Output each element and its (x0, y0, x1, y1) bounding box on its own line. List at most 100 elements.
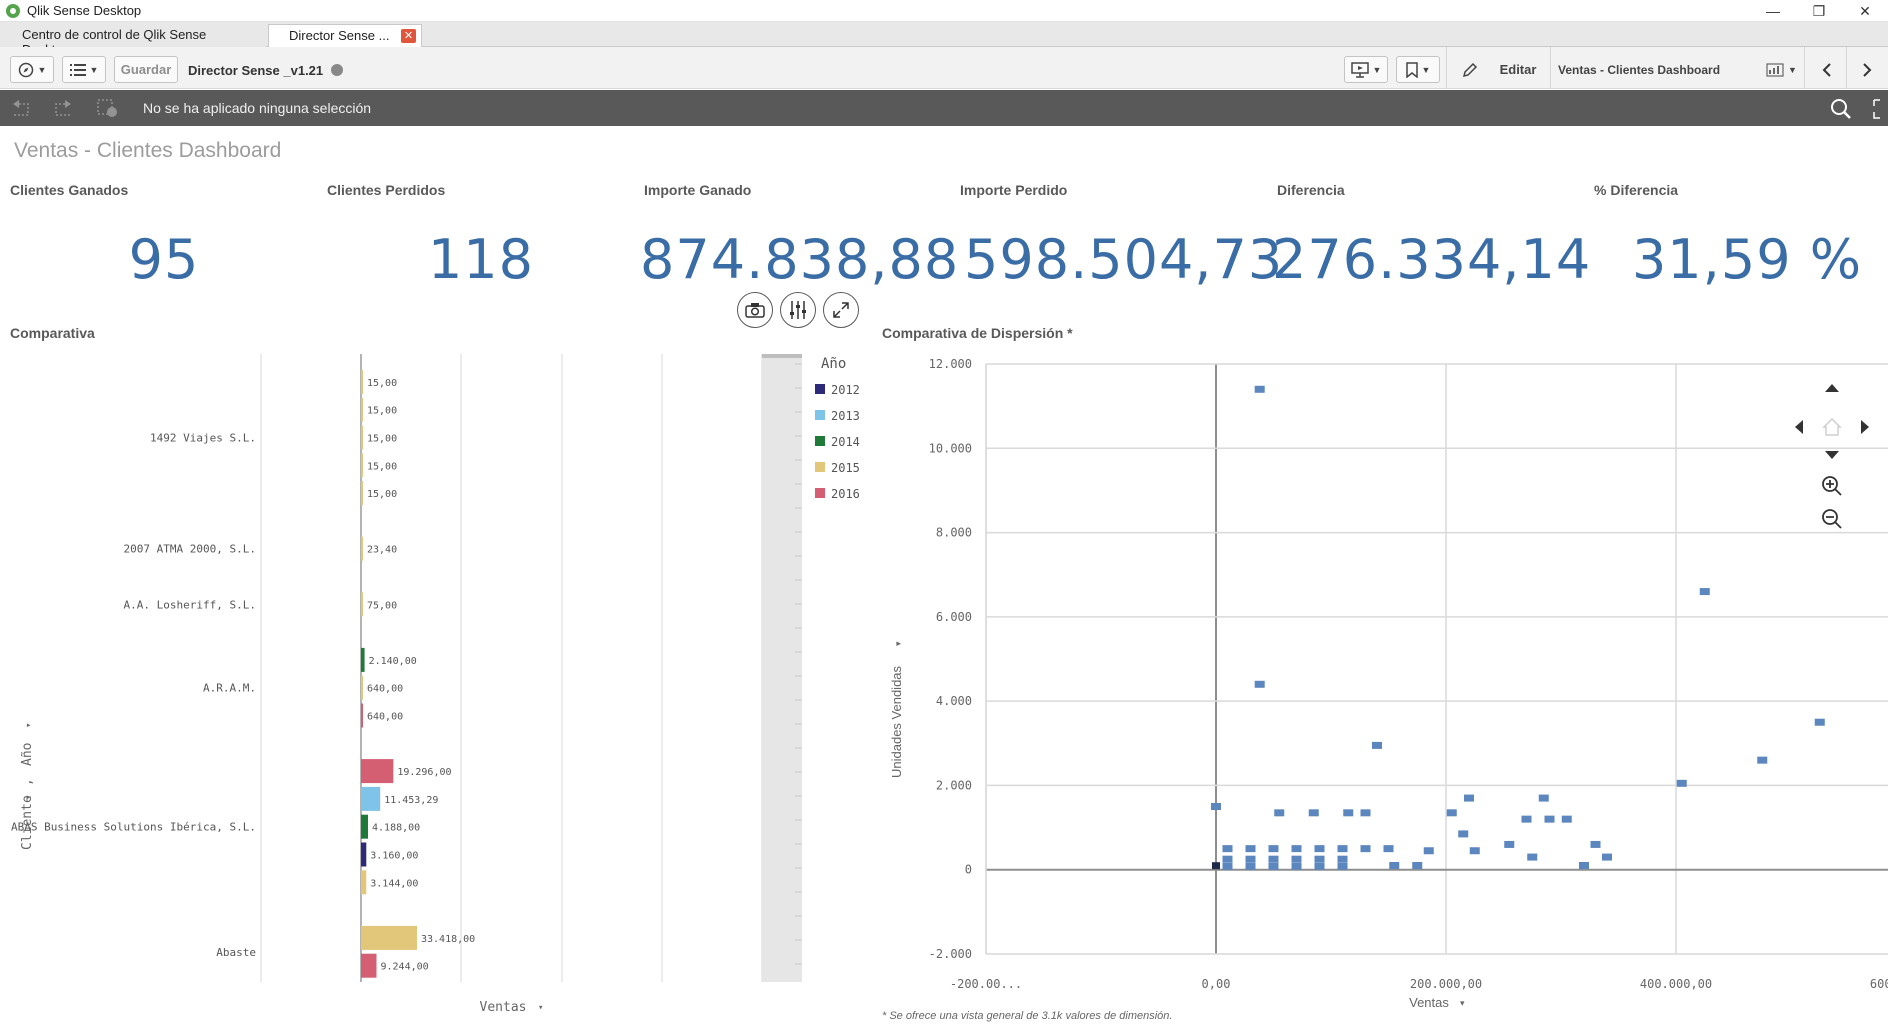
scatter-point-dense[interactable] (1212, 862, 1220, 870)
scatter-point[interactable] (1337, 862, 1348, 870)
kpi-value-diferencia[interactable]: 276.334,14 (1272, 228, 1590, 291)
bookmarks-button[interactable]: ▼ (1396, 56, 1440, 83)
exploration-menu-button[interactable] (780, 292, 816, 328)
scatter-point[interactable] (1544, 815, 1555, 823)
close-tab-icon[interactable]: ✕ (401, 29, 416, 43)
kpi-value-pct-diferencia[interactable]: 31,59 % (1589, 228, 1888, 291)
scatter-point[interactable] (1337, 855, 1348, 863)
tab-hub[interactable]: Centro de control de Qlik Sense Desktop (0, 24, 266, 57)
kpi-value-importe-perdido[interactable]: 598.504,73 (964, 228, 1282, 291)
bar[interactable] (361, 925, 417, 950)
bar[interactable] (361, 536, 363, 561)
bar[interactable] (361, 814, 369, 839)
bar[interactable] (361, 425, 363, 450)
scatter-point[interactable] (1412, 862, 1423, 869)
scatter-point[interactable] (1222, 855, 1233, 863)
zoom-out-icon[interactable] (1822, 509, 1842, 529)
scrollbar-handle[interactable] (762, 354, 802, 358)
scatter-point[interactable] (1245, 862, 1256, 870)
bar[interactable] (361, 870, 367, 895)
scatter-point[interactable] (1245, 845, 1256, 853)
legend-item[interactable]: 2016 (815, 487, 860, 501)
scatter-point[interactable] (1308, 809, 1319, 817)
scatter-point[interactable] (1423, 847, 1434, 855)
bar[interactable] (361, 369, 363, 394)
category-label[interactable]: 1492 Viajes S.L. (150, 432, 256, 445)
bar[interactable] (361, 592, 363, 617)
save-button[interactable]: Guardar (114, 56, 178, 83)
previous-sheet-button[interactable] (1810, 56, 1844, 83)
step-back-icon[interactable] (10, 98, 32, 118)
scatter-point[interactable] (1268, 845, 1279, 853)
restore-button[interactable]: ❐ (1796, 0, 1842, 22)
scatter-point[interactable] (1458, 830, 1469, 838)
scatter-point[interactable] (1521, 815, 1532, 823)
category-label[interactable]: A.R.A.M. (203, 682, 256, 695)
kpi-value-clientes-ganados[interactable]: 95 (6, 228, 322, 291)
scatter-x-axis-title[interactable]: Ventas ▾ (1409, 995, 1465, 1010)
close-window-button[interactable]: ✕ (1842, 0, 1888, 22)
x-axis-title[interactable]: Ventas ▾ (480, 1000, 544, 1015)
sheet-menu-button[interactable]: ▼ (62, 56, 106, 83)
bar[interactable] (361, 647, 365, 672)
y-axis-title[interactable]: Cliente▾,Año▾ (20, 723, 35, 850)
scatter-point[interactable] (1527, 853, 1538, 861)
scatter-point[interactable] (1343, 809, 1354, 817)
scatter-point[interactable] (1291, 855, 1302, 863)
tab-director-sense[interactable]: Director Sense ... ✕ (268, 24, 422, 47)
scatter-point[interactable] (1590, 840, 1601, 848)
pan-up-icon[interactable] (1825, 384, 1839, 392)
scatter-point[interactable] (1291, 845, 1302, 853)
fullscreen-button[interactable] (823, 292, 859, 328)
category-label[interactable]: Abaste (216, 946, 256, 959)
category-label[interactable]: ABAS Business Solutions Ibérica, S.L. (11, 821, 256, 834)
bar[interactable] (361, 703, 363, 728)
next-sheet-button[interactable] (1850, 56, 1884, 83)
kpi-value-clientes-perdidos[interactable]: 118 (323, 228, 639, 291)
clear-selections-icon[interactable] (96, 98, 118, 118)
pan-right-icon[interactable] (1861, 420, 1869, 434)
scatter-point[interactable] (1245, 855, 1256, 863)
scatter-point[interactable] (1446, 809, 1457, 817)
step-forward-icon[interactable] (52, 98, 74, 118)
scatter-point[interactable] (1314, 855, 1325, 863)
category-label[interactable]: 2007 ATMA 2000, S.L. (124, 543, 256, 556)
scatter-point[interactable] (1268, 855, 1279, 863)
bar[interactable] (361, 842, 367, 867)
kpi-value-importe-ganado[interactable]: 874.838,88 (640, 228, 958, 291)
bar[interactable] (361, 481, 363, 506)
scatter-point[interactable] (1814, 718, 1825, 726)
bar[interactable] (361, 675, 363, 700)
scatter-point[interactable] (1360, 809, 1371, 817)
pan-left-icon[interactable] (1795, 420, 1803, 434)
scatter-point[interactable] (1561, 815, 1572, 823)
minimize-button[interactable]: — (1750, 0, 1796, 22)
scatter-point[interactable] (1314, 862, 1325, 870)
story-button[interactable]: ▼ (1344, 56, 1388, 83)
selection-tool-icon[interactable] (1872, 98, 1888, 120)
zoom-in-icon[interactable] (1822, 476, 1842, 496)
navigation-menu-button[interactable]: ▼ (10, 56, 54, 83)
scatter-point[interactable] (1699, 588, 1710, 596)
scatter-point[interactable] (1757, 756, 1768, 764)
scatter-point[interactable] (1360, 845, 1371, 853)
pan-down-icon[interactable] (1825, 451, 1839, 459)
bar[interactable] (361, 786, 381, 811)
scatter-point[interactable] (1389, 862, 1400, 869)
scatter-point[interactable] (1383, 845, 1394, 853)
scatter-point[interactable] (1211, 803, 1221, 810)
legend-item[interactable]: 2012 (815, 383, 860, 397)
scatter-point[interactable] (1254, 385, 1265, 393)
legend-item[interactable]: 2015 (815, 461, 860, 475)
scatter-point[interactable] (1222, 862, 1233, 870)
scatter-point[interactable] (1602, 853, 1612, 861)
scatter-point[interactable] (1579, 862, 1589, 869)
legend-item[interactable]: 2014 (815, 435, 860, 449)
edit-button[interactable]: Editar (1450, 56, 1548, 83)
scatter-point[interactable] (1337, 845, 1348, 853)
bar-chart[interactable]: 15,00 15,00 15,00 15,00 15,00 1492 Viajes S.L… (0, 350, 880, 1020)
scatter-point[interactable] (1268, 862, 1279, 870)
bar[interactable] (361, 759, 394, 784)
search-icon[interactable] (1830, 98, 1852, 120)
scatter-point[interactable] (1254, 680, 1265, 688)
